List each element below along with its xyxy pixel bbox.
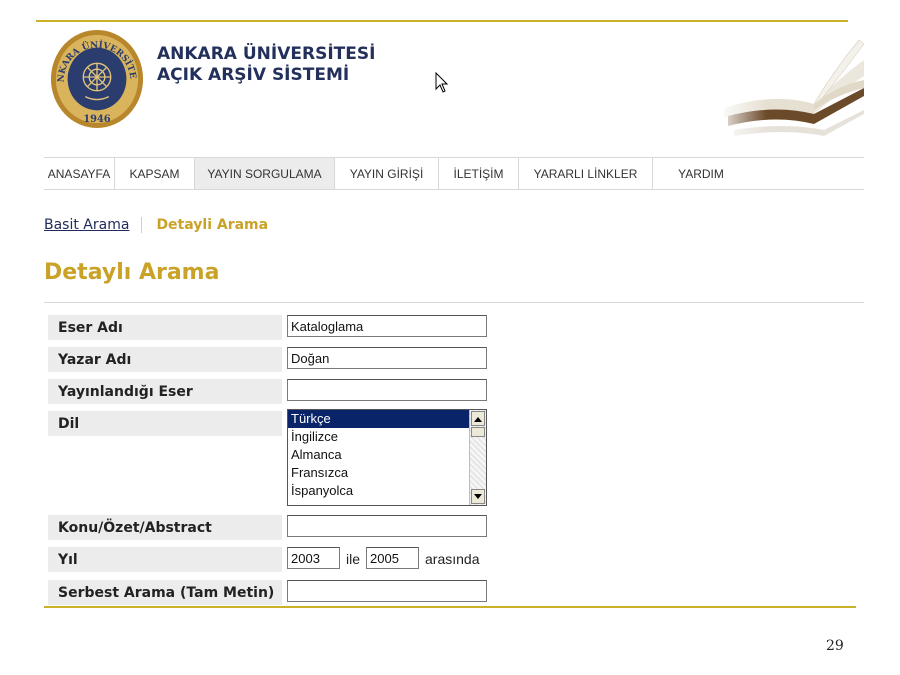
site-title-line1: ANKARA ÜNİVERSİTESİ xyxy=(157,44,376,64)
nav-item-yayin-girisi[interactable]: YAYIN GİRİŞİ xyxy=(335,158,439,189)
year-from-input[interactable] xyxy=(287,547,340,569)
language-option-ispanyolca[interactable]: İspanyolca xyxy=(288,482,469,500)
search-mode-tabs: Basit Arama Detayli Arama xyxy=(44,213,268,237)
mouse-pointer-icon xyxy=(435,72,449,93)
site-title-line2: AÇIK ARŞİV SİSTEMİ xyxy=(157,65,350,85)
language-scrollbar[interactable] xyxy=(469,410,486,505)
nav-item-iletisim[interactable]: İLETİŞİM xyxy=(439,158,519,189)
language-label: Dil xyxy=(48,411,282,436)
year-between-text: ile xyxy=(346,551,361,567)
nav-item-anasayfa[interactable]: ANASAYFA xyxy=(44,158,115,189)
arrow-up-icon xyxy=(474,416,482,422)
year-suffix-text: arasında xyxy=(425,551,480,567)
scroll-down-button[interactable] xyxy=(471,489,485,504)
title-divider xyxy=(44,302,864,303)
page-title: Detaylı Arama xyxy=(44,260,220,285)
language-option-fransizca[interactable]: Fransızca xyxy=(288,464,469,482)
nav-item-yardim[interactable]: YARDIM xyxy=(653,158,749,189)
bottom-gold-rule xyxy=(44,606,856,608)
author-label: Yazar Adı xyxy=(48,347,282,372)
nav-item-yayin-sorgulama[interactable]: YAYIN SORGULAMA xyxy=(195,158,335,189)
fulltext-input[interactable] xyxy=(287,580,487,602)
language-listbox[interactable]: Türkçe İngilizce Almanca Fransızca İspan… xyxy=(287,409,487,506)
tab-basic-search[interactable]: Basit Arama xyxy=(44,217,143,233)
subject-input[interactable] xyxy=(287,515,487,537)
year-label: Yıl xyxy=(48,547,282,572)
subject-label: Konu/Özet/Abstract xyxy=(48,515,282,540)
language-option-turkce[interactable]: Türkçe xyxy=(288,410,469,428)
scroll-up-button[interactable] xyxy=(471,411,485,426)
language-option-almanca[interactable]: Almanca xyxy=(288,446,469,464)
nav-item-kapsam[interactable]: KAPSAM xyxy=(115,158,195,189)
site-header: ANKARA ÜNİVERSİTESİ 1946 ANKARA ÜNİVERSİ… xyxy=(36,22,864,156)
year-to-input[interactable] xyxy=(366,547,419,569)
arrow-down-icon xyxy=(474,493,482,499)
tab-detailed-search[interactable]: Detayli Arama xyxy=(142,217,268,233)
fulltext-label: Serbest Arama (Tam Metin) xyxy=(48,580,282,605)
slide-number: 29 xyxy=(826,638,844,654)
scroll-thumb[interactable] xyxy=(471,427,485,437)
nav-item-yararli-linkler[interactable]: YARARLI LİNKLER xyxy=(519,158,653,189)
open-book-image xyxy=(714,30,864,156)
author-input[interactable] xyxy=(287,347,487,369)
title-label: Eser Adı xyxy=(48,315,282,340)
published-in-input[interactable] xyxy=(287,379,487,401)
site-title: ANKARA ÜNİVERSİTESİ AÇIK ARŞİV SİSTEMİ xyxy=(157,44,375,86)
published-in-label: Yayınlandığı Eser xyxy=(48,379,282,404)
seal-year: 1946 xyxy=(83,114,110,125)
language-option-ingilizce[interactable]: İngilizce xyxy=(288,428,469,446)
main-nav: ANASAYFA KAPSAM YAYIN SORGULAMA YAYIN Gİ… xyxy=(44,157,864,190)
title-input[interactable] xyxy=(287,315,487,337)
university-seal-logo: ANKARA ÜNİVERSİTESİ 1946 xyxy=(48,24,144,128)
